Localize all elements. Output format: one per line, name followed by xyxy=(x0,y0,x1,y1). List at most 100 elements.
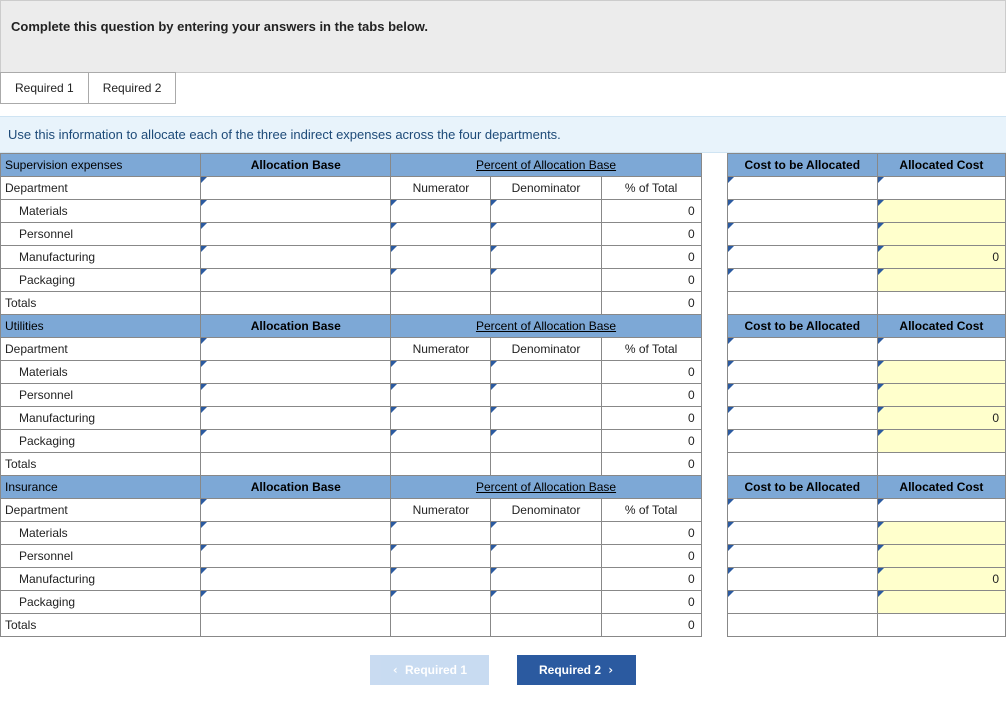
totals-label: Totals xyxy=(1,453,201,476)
allocated-cost-cell[interactable] xyxy=(877,522,1005,545)
cost-input[interactable] xyxy=(727,430,877,453)
allocated-cost-cell[interactable] xyxy=(877,430,1005,453)
allocated-cost-cell[interactable] xyxy=(877,223,1005,246)
allocation-base-input[interactable] xyxy=(201,246,391,269)
denominator-input[interactable] xyxy=(491,246,601,269)
numerator-input[interactable] xyxy=(391,407,491,430)
allocation-base-input[interactable] xyxy=(201,591,391,614)
allocation-base-input[interactable] xyxy=(201,223,391,246)
base-header-cell[interactable] xyxy=(201,338,391,361)
cost-input[interactable] xyxy=(727,269,877,292)
numerator-input[interactable] xyxy=(391,223,491,246)
denominator-input[interactable] xyxy=(491,407,601,430)
prev-button[interactable]: ‹ Required 1 xyxy=(370,655,489,685)
cost-input[interactable] xyxy=(727,568,877,591)
denominator-input[interactable] xyxy=(491,223,601,246)
denominator-input[interactable] xyxy=(491,430,601,453)
totals-pct: 0 xyxy=(601,453,701,476)
numerator-input[interactable] xyxy=(391,545,491,568)
numerator-input[interactable] xyxy=(391,200,491,223)
allocation-base-input[interactable] xyxy=(201,361,391,384)
cost-input[interactable] xyxy=(727,246,877,269)
numerator-input[interactable] xyxy=(391,522,491,545)
cost-input[interactable] xyxy=(727,200,877,223)
allocation-base-input[interactable] xyxy=(201,200,391,223)
col-pct-total: % of Total xyxy=(601,177,701,200)
numerator-input[interactable] xyxy=(391,269,491,292)
gap xyxy=(701,154,727,177)
pct-value: 0 xyxy=(601,269,701,292)
totals-den xyxy=(491,292,601,315)
cost-input[interactable] xyxy=(727,591,877,614)
allocated-cost-cell[interactable] xyxy=(877,545,1005,568)
alloc-header-cell[interactable] xyxy=(877,499,1005,522)
col-department: Department xyxy=(1,499,201,522)
cost-input[interactable] xyxy=(727,407,877,430)
numerator-input[interactable] xyxy=(391,430,491,453)
denominator-input[interactable] xyxy=(491,269,601,292)
denominator-input[interactable] xyxy=(491,545,601,568)
next-button[interactable]: Required 2 › xyxy=(517,655,636,685)
allocation-base-input[interactable] xyxy=(201,407,391,430)
allocated-cost-cell[interactable]: 0 xyxy=(877,568,1005,591)
allocation-base-input[interactable] xyxy=(201,384,391,407)
cost-input[interactable] xyxy=(727,223,877,246)
gap xyxy=(701,361,727,384)
alloc-header-cell[interactable] xyxy=(877,177,1005,200)
cost-header-cell[interactable] xyxy=(727,499,877,522)
allocation-base-input[interactable] xyxy=(201,568,391,591)
tab-required-2[interactable]: Required 2 xyxy=(89,72,177,104)
denominator-input[interactable] xyxy=(491,568,601,591)
allocated-cost-cell[interactable] xyxy=(877,384,1005,407)
allocated-cost-cell[interactable] xyxy=(877,361,1005,384)
col-cost: Cost to be Allocated xyxy=(727,154,877,177)
allocated-cost-cell[interactable] xyxy=(877,591,1005,614)
allocation-table: Supervision expensesAllocation BasePerce… xyxy=(0,153,1006,637)
pct-value: 0 xyxy=(601,568,701,591)
cost-input[interactable] xyxy=(727,384,877,407)
allocation-base-input[interactable] xyxy=(201,430,391,453)
gap xyxy=(701,545,727,568)
chevron-right-icon: › xyxy=(607,663,614,677)
pct-value: 0 xyxy=(601,246,701,269)
table-row: Packaging0 xyxy=(1,430,1006,453)
col-allocation-base: Allocation Base xyxy=(201,154,391,177)
base-header-cell[interactable] xyxy=(201,177,391,200)
table-row: Materials0 xyxy=(1,200,1006,223)
denominator-input[interactable] xyxy=(491,384,601,407)
col-allocated: Allocated Cost xyxy=(877,315,1005,338)
help-text: Use this information to allocate each of… xyxy=(0,116,1006,153)
allocation-base-input[interactable] xyxy=(201,545,391,568)
numerator-input[interactable] xyxy=(391,361,491,384)
base-header-cell[interactable] xyxy=(201,499,391,522)
denominator-input[interactable] xyxy=(491,361,601,384)
totals-cost xyxy=(727,453,877,476)
numerator-input[interactable] xyxy=(391,568,491,591)
denominator-input[interactable] xyxy=(491,591,601,614)
allocated-cost-cell[interactable]: 0 xyxy=(877,407,1005,430)
col-percent-base: Percent of Allocation Base xyxy=(391,315,701,338)
denominator-input[interactable] xyxy=(491,522,601,545)
numerator-input[interactable] xyxy=(391,246,491,269)
table-row: Packaging0 xyxy=(1,591,1006,614)
allocation-base-input[interactable] xyxy=(201,269,391,292)
numerator-input[interactable] xyxy=(391,384,491,407)
cost-input[interactable] xyxy=(727,361,877,384)
alloc-header-cell[interactable] xyxy=(877,338,1005,361)
col-numerator: Numerator xyxy=(391,499,491,522)
allocated-cost-cell[interactable] xyxy=(877,269,1005,292)
dept-label: Packaging xyxy=(1,269,201,292)
tab-required-1[interactable]: Required 1 xyxy=(0,72,89,104)
totals-pct: 0 xyxy=(601,292,701,315)
cost-input[interactable] xyxy=(727,522,877,545)
allocation-base-input[interactable] xyxy=(201,522,391,545)
pct-value: 0 xyxy=(601,545,701,568)
cost-input[interactable] xyxy=(727,545,877,568)
allocated-cost-cell[interactable]: 0 xyxy=(877,246,1005,269)
allocated-cost-cell[interactable] xyxy=(877,200,1005,223)
instruction-text: Complete this question by entering your … xyxy=(11,19,428,34)
cost-header-cell[interactable] xyxy=(727,177,877,200)
denominator-input[interactable] xyxy=(491,200,601,223)
numerator-input[interactable] xyxy=(391,591,491,614)
cost-header-cell[interactable] xyxy=(727,338,877,361)
